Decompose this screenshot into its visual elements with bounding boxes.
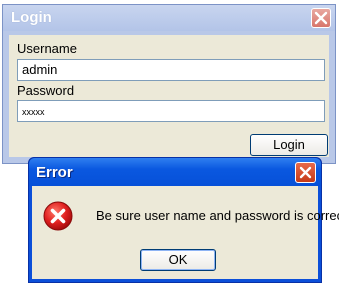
username-label: Username — [17, 41, 77, 56]
login-button[interactable]: Login — [250, 134, 328, 156]
ok-button[interactable]: OK — [140, 249, 216, 271]
login-close-button[interactable] — [311, 8, 331, 28]
error-dialog: Error Be sure user name and password is … — [28, 157, 339, 283]
error-message: Be sure user name and password is correc… — [96, 208, 339, 223]
error-icon — [43, 201, 73, 231]
password-field[interactable]: xxxxx — [17, 100, 325, 122]
error-body: Be sure user name and password is correc… — [32, 186, 339, 279]
error-titlebar[interactable]: Error — [29, 158, 321, 186]
login-form: Username admin Password xxxxx Login — [9, 35, 329, 157]
username-field[interactable]: admin — [17, 59, 325, 81]
login-window-title: Login — [11, 9, 52, 26]
close-icon — [299, 166, 312, 179]
username-value: admin — [22, 62, 58, 77]
password-value: xxxxx — [22, 107, 45, 117]
error-close-button[interactable] — [295, 162, 316, 183]
error-dialog-title: Error — [36, 164, 73, 181]
login-window: Login Username admin Password xxxxx Logi… — [2, 4, 336, 164]
close-icon — [314, 11, 328, 25]
login-titlebar[interactable]: Login — [3, 5, 335, 31]
password-label: Password — [17, 83, 75, 98]
